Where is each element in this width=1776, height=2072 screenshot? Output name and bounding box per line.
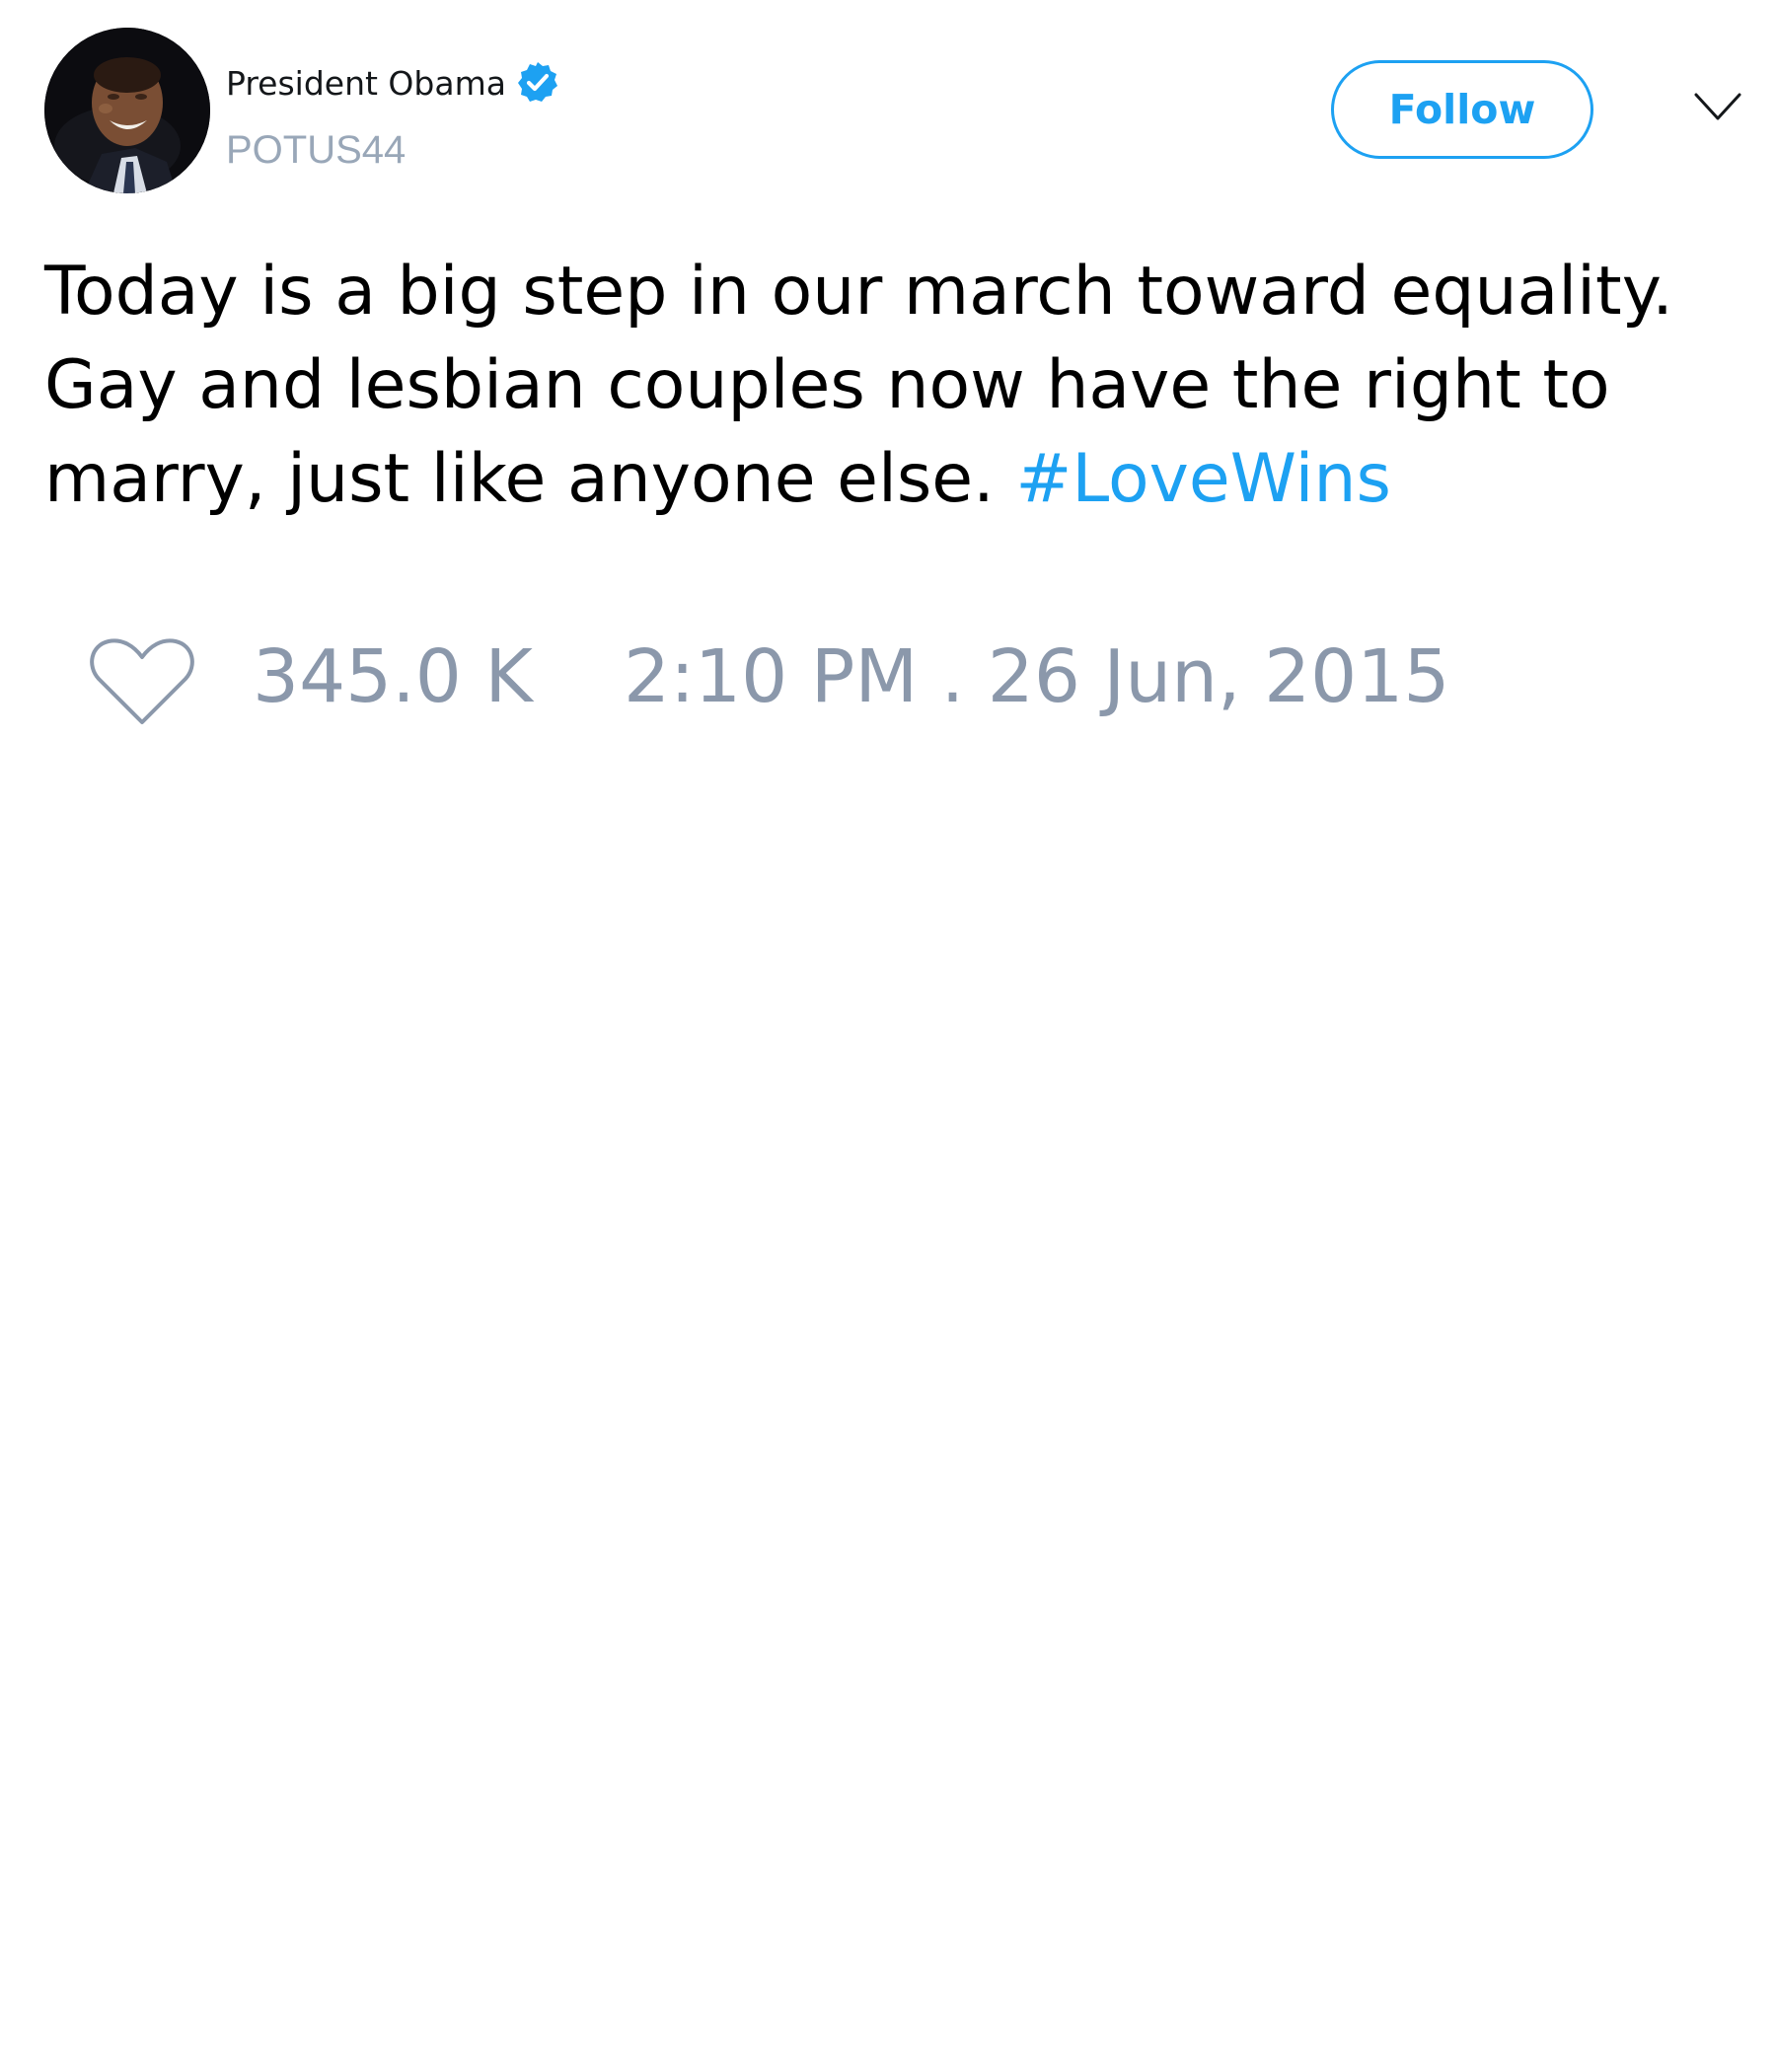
tweet-timestamp[interactable]: 2:10 PM . 26 Jun, 2015: [624, 640, 1449, 713]
like-count: 345.0 K: [253, 634, 533, 719]
author-handle[interactable]: POTUS44: [226, 130, 406, 170]
heart-outline-icon[interactable]: [89, 635, 195, 730]
avatar[interactable]: [44, 28, 210, 193]
author-name-row[interactable]: President Obama: [226, 59, 561, 107]
tweet-body-text: Today is a big step in our march toward …: [44, 253, 1673, 518]
follow-button[interactable]: Follow: [1331, 60, 1593, 159]
tweet-text: Today is a big step in our march toward …: [44, 245, 1741, 526]
author-display-name[interactable]: President Obama: [226, 67, 506, 100]
avatar-portrait: [44, 28, 210, 193]
chevron-down-icon[interactable]: [1693, 91, 1742, 124]
hashtag-link[interactable]: #LoveWins: [1015, 440, 1391, 518]
verified-badge-icon: [517, 62, 557, 102]
